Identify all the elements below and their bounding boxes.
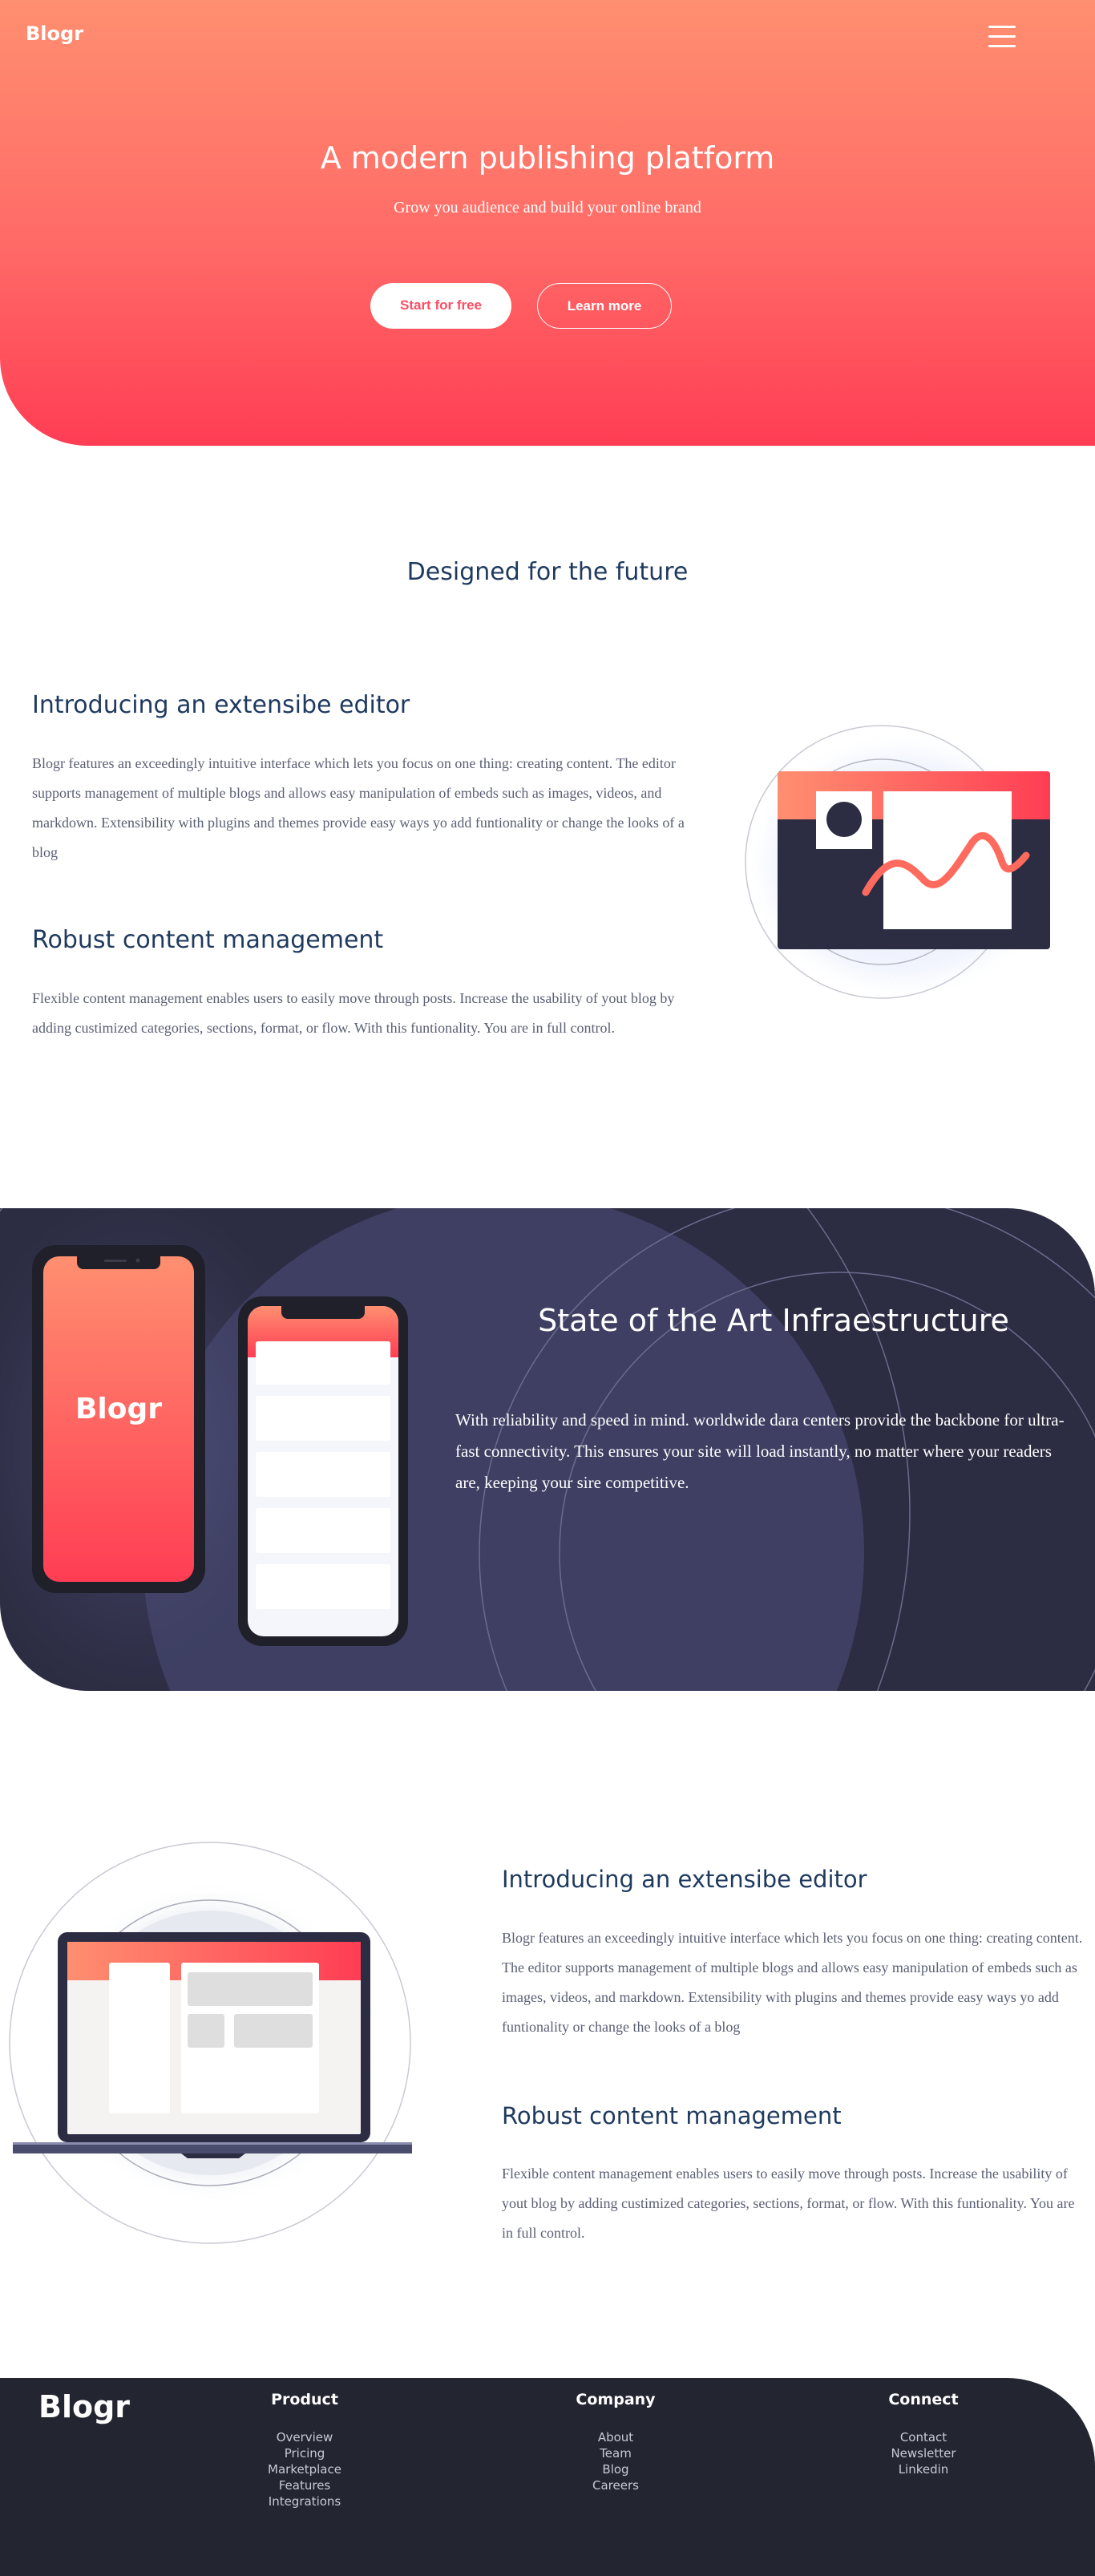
laptop-illustration <box>9 1842 412 2244</box>
footer-link-contact[interactable]: Contact <box>843 2430 1004 2445</box>
start-for-free-button[interactable]: Start for free <box>370 283 511 329</box>
footer-col-product-title: Product <box>271 2391 338 2408</box>
designed-section-title: Designed for the future <box>406 558 689 586</box>
footer-link-integrations[interactable]: Integrations <box>224 2494 385 2509</box>
footer-link-features[interactable]: Features <box>224 2478 385 2493</box>
footer-link-marketplace[interactable]: Marketplace <box>224 2462 385 2477</box>
editor-illustration <box>745 725 1050 999</box>
feature2-title-content: Robust content management <box>502 2102 842 2129</box>
feature2-text-editor: Blogr features an exceedingly intuitive … <box>502 1930 1083 2035</box>
phone-logo: Blogr <box>75 1393 163 1425</box>
footer-link-linkedin[interactable]: Linkedin <box>843 2462 1004 2477</box>
footer-col-company-title: Company <box>576 2391 656 2408</box>
feature-title-editor: Introducing an extensibe editor <box>32 691 410 719</box>
hamburger-menu-icon[interactable] <box>988 24 1016 50</box>
infrastructure-text: With reliability and speed in mind. worl… <box>455 1410 1065 1492</box>
phone-with-list-illustration <box>238 1296 408 1646</box>
feature-text-editor: Blogr features an exceedingly intuitive … <box>32 755 685 860</box>
infrastructure-title: State of the Art Infraestructure <box>538 1303 1009 1338</box>
footer-link-about[interactable]: About <box>535 2430 696 2445</box>
learn-more-button[interactable]: Learn more <box>537 283 672 329</box>
footer-link-team[interactable]: Team <box>535 2446 696 2461</box>
footer-link-overview[interactable]: Overview <box>224 2430 385 2445</box>
header-logo[interactable]: Blogr <box>26 22 83 45</box>
hero-subtitle: Grow you audience and build your online … <box>394 199 701 216</box>
footer-link-blog[interactable]: Blog <box>535 2462 696 2477</box>
feature-text-content: Flexible content management enables user… <box>32 990 675 1036</box>
hero-section: Blogr A modern publishing platform Grow … <box>0 0 1095 446</box>
footer-link-newsletter[interactable]: Newsletter <box>843 2446 1004 2461</box>
feature2-text-content: Flexible content management enables user… <box>502 2166 1075 2241</box>
footer-logo[interactable]: Blogr <box>38 2389 130 2424</box>
footer-col-connect-title: Connect <box>888 2391 959 2408</box>
feature2-title-editor: Introducing an extensibe editor <box>502 1866 867 1893</box>
hero-title: A modern publishing platform <box>320 140 775 176</box>
footer-link-pricing[interactable]: Pricing <box>224 2446 385 2461</box>
feature-title-content: Robust content management <box>32 926 384 954</box>
footer-link-careers[interactable]: Careers <box>535 2478 696 2493</box>
